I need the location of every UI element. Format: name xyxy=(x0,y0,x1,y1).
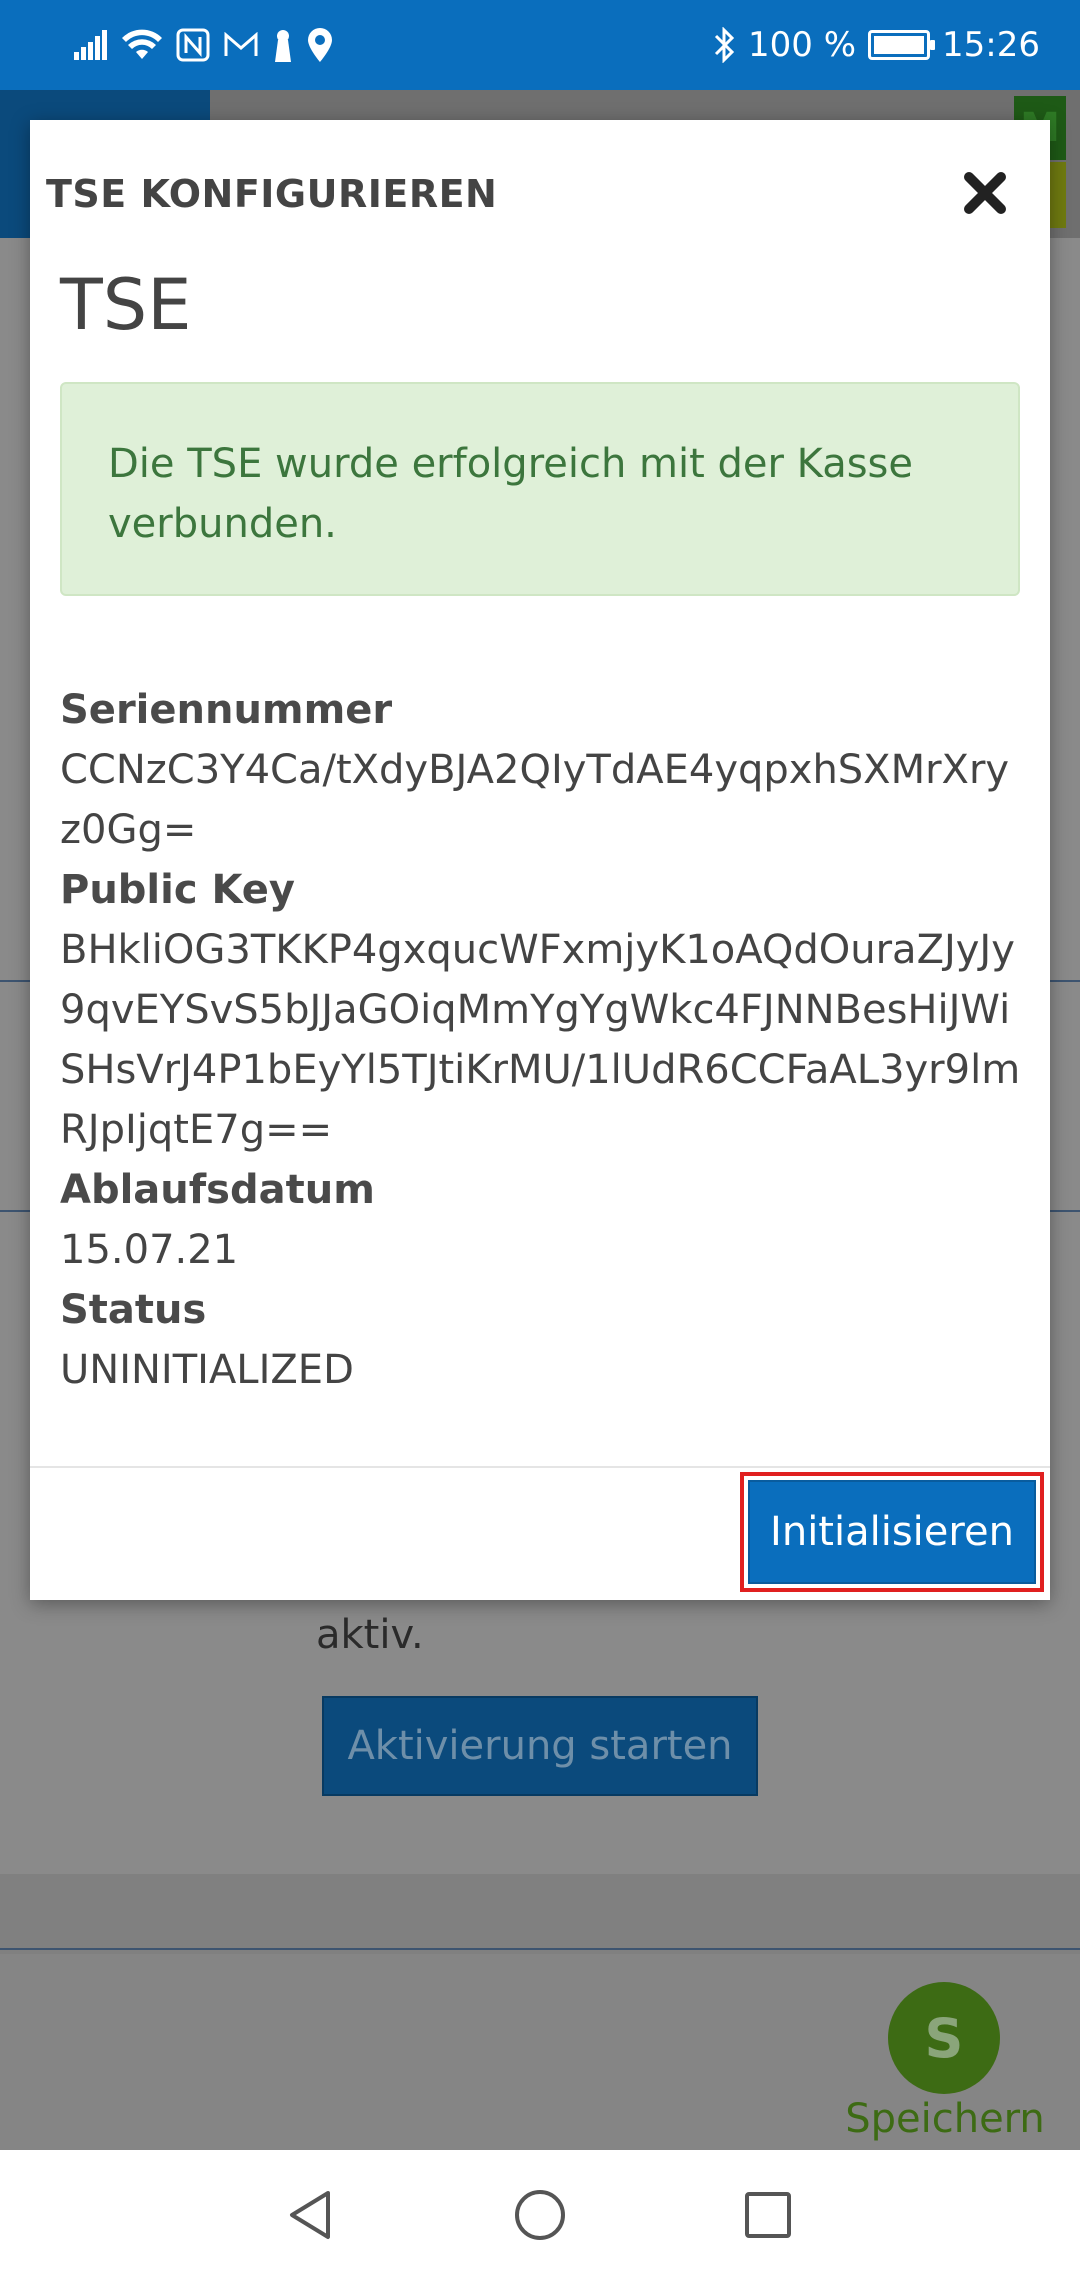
background-band xyxy=(0,1874,1080,1954)
tse-info: Seriennummer CCNzC3Y4Ca/tXdyBJA2QIyTdAE4… xyxy=(60,680,1025,1400)
back-icon xyxy=(290,2191,330,2239)
serial-number-label: Seriennummer xyxy=(60,687,393,733)
keyhole-icon xyxy=(272,25,294,65)
save-label: Speichern xyxy=(845,2096,1045,2142)
section-heading: TSE xyxy=(60,264,192,346)
battery-percent: 100 % xyxy=(748,25,857,65)
status-label: Status xyxy=(60,1287,207,1333)
success-alert: Die TSE wurde erfolgreich mit der Kasse … xyxy=(60,382,1020,596)
nfc-icon xyxy=(176,25,210,65)
activation-start-button: Aktivierung starten xyxy=(322,1696,758,1796)
status-right: 100 % 15:26 xyxy=(714,22,1040,68)
serial-number-value: CCNzC3Y4Ca/tXdyBJA2QIyTdAE4yqpxhSXMrXryz… xyxy=(60,747,1010,853)
dialog-title: TSE KONFIGURIEREN xyxy=(46,172,498,216)
background-status-text: aktiv. xyxy=(316,1612,424,1658)
expiry-date-label: Ablaufsdatum xyxy=(60,1167,375,1213)
save-badge: S xyxy=(888,1982,1000,2094)
home-button[interactable] xyxy=(500,2180,580,2250)
close-button[interactable] xyxy=(952,160,1018,226)
status-left-icons xyxy=(74,22,332,68)
bluetooth-icon xyxy=(714,25,736,65)
back-button[interactable] xyxy=(270,2180,350,2250)
recents-button[interactable] xyxy=(728,2180,808,2250)
wifi-icon xyxy=(122,25,162,65)
public-key-label: Public Key xyxy=(60,867,295,913)
dialog-footer-divider xyxy=(30,1466,1050,1468)
status-bar: 100 % 15:26 xyxy=(0,0,1080,90)
status-value: UNINITIALIZED xyxy=(60,1347,354,1393)
clock: 15:26 xyxy=(942,25,1040,65)
public-key-value: BHkliOG3TKKP4gxqucWFxmjyK1oAQdOuraZJyJy9… xyxy=(60,927,1021,1153)
recents-icon xyxy=(745,2192,791,2238)
navigation-bar xyxy=(0,2150,1080,2280)
close-icon xyxy=(964,172,1006,214)
expiry-date-value: 15.07.21 xyxy=(60,1227,239,1273)
home-icon xyxy=(515,2190,565,2240)
location-icon xyxy=(308,25,332,65)
initialize-button[interactable]: Initialisieren xyxy=(748,1480,1036,1584)
background-divider xyxy=(0,1948,1080,1950)
battery-icon xyxy=(868,30,936,60)
mail-icon xyxy=(224,25,258,65)
signal-icon xyxy=(74,25,108,65)
dialog-header: TSE KONFIGURIEREN xyxy=(30,120,1050,270)
tse-config-dialog: TSE KONFIGURIEREN TSE Die TSE wurde erfo… xyxy=(30,120,1050,1600)
